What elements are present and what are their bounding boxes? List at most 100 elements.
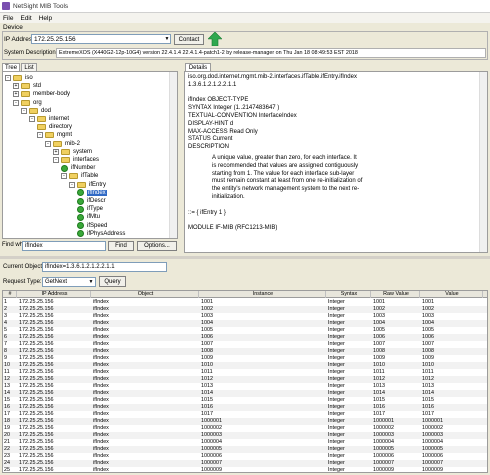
tree-node[interactable]: - ifEntry [69,181,106,189]
tree-node[interactable]: ifPhysAddress [77,230,125,238]
find-button[interactable]: Find [108,241,134,251]
object-cell: ifIndex [93,439,109,445]
details-panel: iso.org.dod.internet.mgmt.mib-2.interfac… [184,71,488,253]
expand-icon[interactable]: + [13,91,19,98]
instance-cell: 1000003 [201,432,222,438]
tree-node[interactable]: - internet [29,115,69,123]
tree-node[interactable]: - dod [21,107,51,115]
mib-tree[interactable]: - iso + std + member-body - org - dod - internet dir… [2,71,178,239]
tree-node-label: ifIndex [87,189,107,196]
tree-node[interactable]: - interfaces [53,156,99,164]
column-header-instance[interactable]: Instance [200,291,326,298]
tree-node[interactable]: - iso [5,74,33,82]
collapse-icon[interactable]: - [37,132,43,139]
syntax-cell: Integer [328,341,345,347]
tree-node[interactable]: directory [37,123,72,131]
menu-edit[interactable]: Edit [20,15,31,22]
details-scrollbar[interactable] [479,72,487,252]
tree-node[interactable]: ifType [77,205,103,213]
tree-node[interactable]: ifMtu [77,213,100,221]
collapse-icon[interactable]: - [53,157,59,163]
object-cell: ifIndex [93,362,109,368]
tree-node[interactable]: - ifTable [61,172,98,180]
tree-node[interactable]: + std [13,82,41,90]
column-header-object[interactable]: Object [92,291,199,298]
instance-cell: 1002 [201,306,213,312]
menu-help[interactable]: Help [39,15,52,22]
tree-node[interactable]: ifIndex [77,189,107,197]
raw-value-cell: 1000005 [373,446,394,452]
object-cell: ifIndex [93,341,109,347]
value-cell: 1003 [422,313,434,319]
tree-node[interactable]: + member-body [13,90,70,98]
results-table[interactable]: # IP Address Object Instance Syntax Raw … [2,290,488,473]
folder-icon [37,124,46,131]
system-description-field: ExtremeXOS (X440G2-12p-10G4) version 22.… [56,48,486,58]
ip-address-input[interactable]: 172.25.25.156 [31,34,171,44]
raw-value-cell: 1008 [373,348,385,354]
collapse-icon[interactable]: - [61,173,67,180]
instance-cell: 1014 [201,390,213,396]
splitter[interactable] [0,256,490,259]
chevron-down-icon[interactable]: ▼ [163,35,171,43]
app-icon [2,2,10,10]
column-header-raw-value[interactable]: Raw Value [372,291,420,298]
raw-value-cell: 1000001 [373,418,394,424]
collapse-icon[interactable]: - [21,107,27,114]
raw-value-cell: 1017 [373,411,385,417]
row-index: 23 [4,453,10,459]
value-cell: 1000006 [422,453,443,459]
menu-file[interactable]: File [3,15,13,22]
row-index: 13 [4,383,10,389]
chevron-down-icon[interactable]: ▼ [87,278,95,286]
ip-address-cell: 172.25.25.156 [19,404,54,410]
column-header-index[interactable]: # [3,291,17,298]
raw-value-cell: 1002 [373,306,385,312]
ip-address-cell: 172.25.25.156 [19,397,54,403]
raw-value-cell: 1000007 [373,460,394,466]
instance-cell: 1004 [201,320,213,326]
tree-scrollbar[interactable] [169,72,177,238]
find-input[interactable]: ifIndex [22,241,106,251]
row-index: 9 [4,355,7,361]
ip-address-cell: 172.25.25.156 [19,439,54,445]
raw-value-cell: 1016 [373,404,385,410]
tree-node-label: ifDescr [87,198,106,204]
folder-icon [53,140,62,147]
table-row[interactable]: 25 172.25.25.156 ifIndex 1000009 Integer 1000… [3,467,487,472]
tree-node-label: ifType [87,206,104,213]
instance-cell: 1012 [201,376,213,382]
object-cell: ifIndex [93,418,109,424]
object-cell: ifIndex [93,376,109,382]
collapse-icon[interactable]: - [45,140,51,147]
contact-button[interactable]: Contact [174,34,204,45]
green-arrow-up-icon[interactable] [208,32,222,46]
collapse-icon[interactable]: - [13,99,19,106]
tree-node[interactable]: + system [53,148,92,156]
query-button[interactable]: Query [99,276,126,287]
ip-address-cell: 172.25.25.156 [19,411,54,417]
tree-node[interactable]: ifDescr [77,197,106,205]
ip-address-cell: 172.25.25.156 [19,369,54,375]
oid-number: 1.3.6.1.2.1.2.2.1.1 [188,81,237,88]
column-header-syntax[interactable]: Syntax [327,291,371,298]
expand-icon[interactable]: + [13,83,19,90]
current-object-input[interactable]: ifIndex=1.3.6.1.2.1.2.2.1.1 [42,262,167,272]
tree-node[interactable]: ifSpeed [77,222,107,230]
syntax-cell: Integer [328,362,345,368]
tree-node[interactable]: ifNumber [61,164,95,172]
object-cell: ifIndex [93,299,109,305]
raw-value-cell: 1000002 [373,425,394,431]
tree-node[interactable]: - mib-2 [45,140,80,148]
collapse-icon[interactable]: - [69,181,75,188]
leaf-node-icon [77,197,84,205]
tree-node[interactable]: - mgmt [37,131,72,139]
collapse-icon[interactable]: - [29,116,35,122]
tree-node[interactable]: - org [13,99,42,107]
expand-icon[interactable]: + [53,148,59,155]
collapse-icon[interactable]: - [5,75,11,81]
column-header-ip[interactable]: IP Address [18,291,91,298]
column-header-value[interactable]: Value [421,291,483,298]
options-button[interactable]: Options... [137,241,177,251]
instance-cell: 1013 [201,383,213,389]
